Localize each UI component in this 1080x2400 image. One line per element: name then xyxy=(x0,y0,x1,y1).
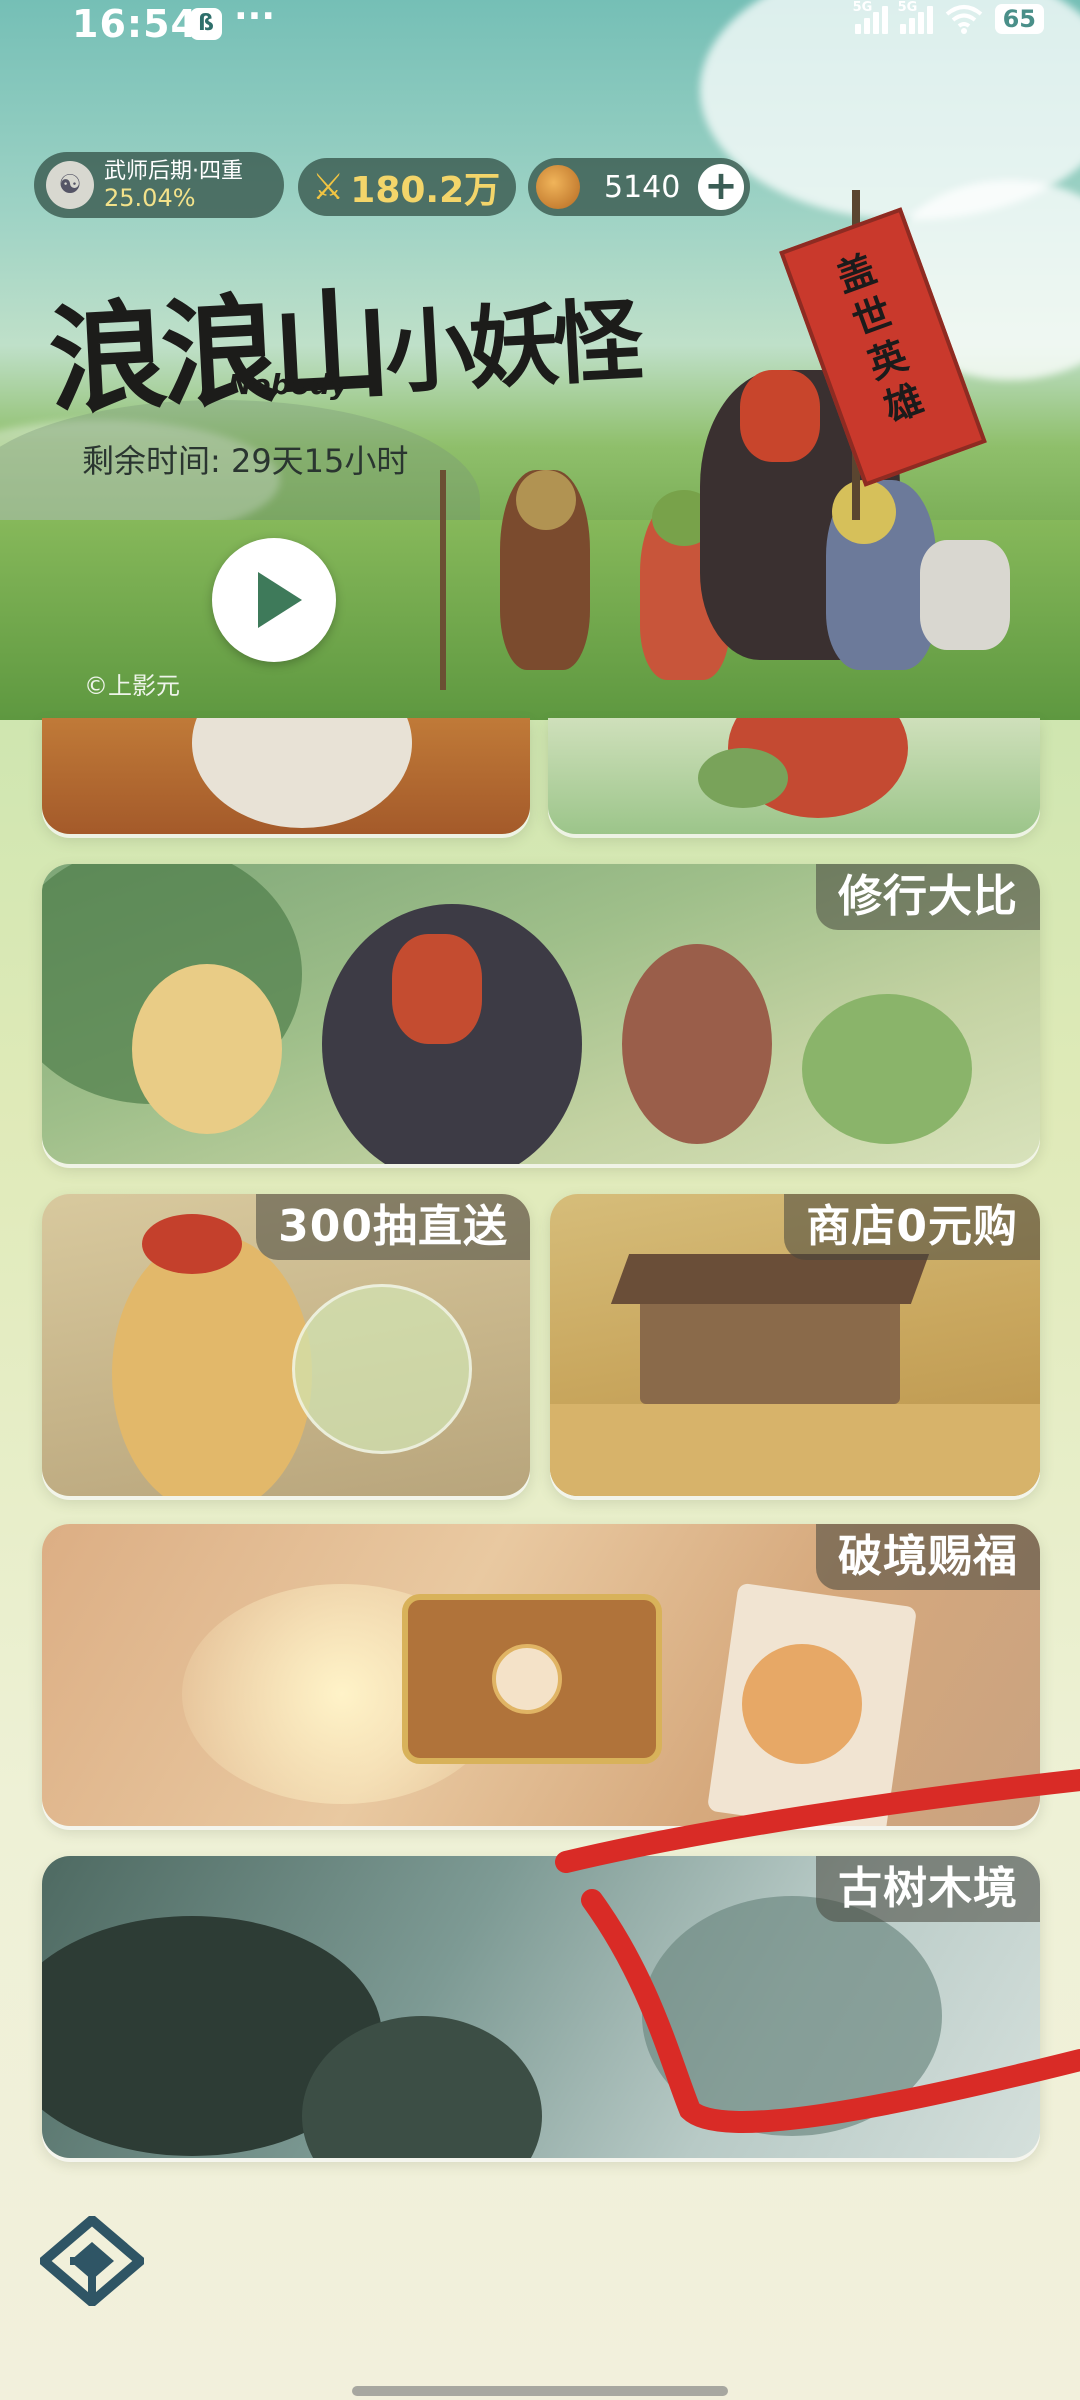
character-frog xyxy=(802,994,972,1144)
monkey-face xyxy=(740,370,820,462)
crystal-ball xyxy=(292,1284,472,1454)
currency-value: 5140 xyxy=(604,169,681,205)
monkey-face xyxy=(392,934,482,1044)
add-currency-button[interactable]: + xyxy=(698,164,744,210)
currency-chip[interactable]: 5140 + xyxy=(528,158,750,216)
card-label: 破境赐福 xyxy=(816,1524,1040,1590)
status-bar: 16:54 ß ··· 5G 5G 65 xyxy=(0,0,1080,56)
network-type: 5G xyxy=(852,0,873,15)
toad-face xyxy=(832,480,896,544)
more-notifications-icon: ··· xyxy=(234,0,276,37)
card-label: 300抽直送 xyxy=(256,1194,530,1260)
combat-power-chip[interactable]: ⚔ 180.2万 xyxy=(298,158,516,216)
title-part-2: 小妖怪 xyxy=(382,287,640,407)
event-card-breakthrough-blessing[interactable]: 破境赐福 xyxy=(42,1524,1040,1826)
character-art xyxy=(698,748,788,808)
card-label: 修行大比 xyxy=(816,864,1040,930)
signal-icon: 5G xyxy=(853,0,888,34)
rooster-comb xyxy=(142,1214,242,1274)
event-card-shop-free[interactable]: 商店0元购 xyxy=(550,1194,1040,1496)
app-logo-icon[interactable] xyxy=(40,2216,144,2306)
character-boar xyxy=(622,944,772,1144)
event-card-partial-left[interactable] xyxy=(42,718,530,834)
event-card-partial-right[interactable] xyxy=(548,718,1040,834)
copyright-text: ©上影元 xyxy=(84,672,180,700)
rank-progress: 25.04% xyxy=(104,184,196,212)
rank-avatar-icon: ☯ xyxy=(46,161,94,209)
battery-icon: 65 xyxy=(994,4,1044,34)
character-art xyxy=(192,718,412,828)
title-english: Nobody xyxy=(228,368,349,401)
event-card-300-draws[interactable]: 300抽直送 xyxy=(42,1194,530,1496)
rake-pole xyxy=(440,470,446,690)
rank-text: 武师后期·四重 25.04% xyxy=(104,159,243,211)
boar-face xyxy=(516,470,576,530)
character-rooster xyxy=(742,1644,862,1764)
pine-tree-art xyxy=(642,1896,942,2136)
ground-art xyxy=(550,1404,1040,1496)
status-icons: 5G 5G 65 xyxy=(853,0,1044,34)
event-card-ancient-tree[interactable]: 古树木境 xyxy=(42,1856,1040,2158)
rank-name: 武师后期·四重 xyxy=(104,159,243,184)
home-indicator[interactable] xyxy=(352,2386,728,2396)
chest-emblem xyxy=(492,1644,562,1714)
character-bear xyxy=(132,964,282,1134)
title-part-1: 浪浪山 xyxy=(45,273,389,431)
flag-text: 盖世英雄 xyxy=(830,245,929,431)
wifi-icon xyxy=(945,5,982,34)
cultivation-rank-chip[interactable]: ☯ 武师后期·四重 25.04% xyxy=(34,152,284,218)
card-label: 古树木境 xyxy=(816,1856,1040,1922)
sword-icon: ⚔ xyxy=(312,166,345,208)
card-label: 商店0元购 xyxy=(784,1194,1040,1260)
time-remaining: 剩余时间: 29天15小时 xyxy=(82,442,409,480)
event-card-training-contest[interactable]: 修行大比 xyxy=(42,864,1040,1164)
signal-icon: 5G xyxy=(898,0,933,34)
horse-character xyxy=(920,540,1010,650)
hero-banner[interactable]: 盖世英雄 浪浪山小妖怪 Nobody 剩余时间: 29天15小时 ©上影元 xyxy=(0,0,1080,720)
play-video-button[interactable] xyxy=(212,538,336,662)
network-type: 5G xyxy=(897,0,918,15)
jade-icon xyxy=(536,165,580,209)
app-notification-icon: ß xyxy=(190,8,222,40)
character-rooster xyxy=(112,1234,312,1496)
roof-art xyxy=(610,1254,930,1304)
game-title: 浪浪山小妖怪 xyxy=(44,235,640,437)
combat-power-value: 180.2万 xyxy=(350,170,501,211)
status-time: 16:54 xyxy=(72,2,198,46)
